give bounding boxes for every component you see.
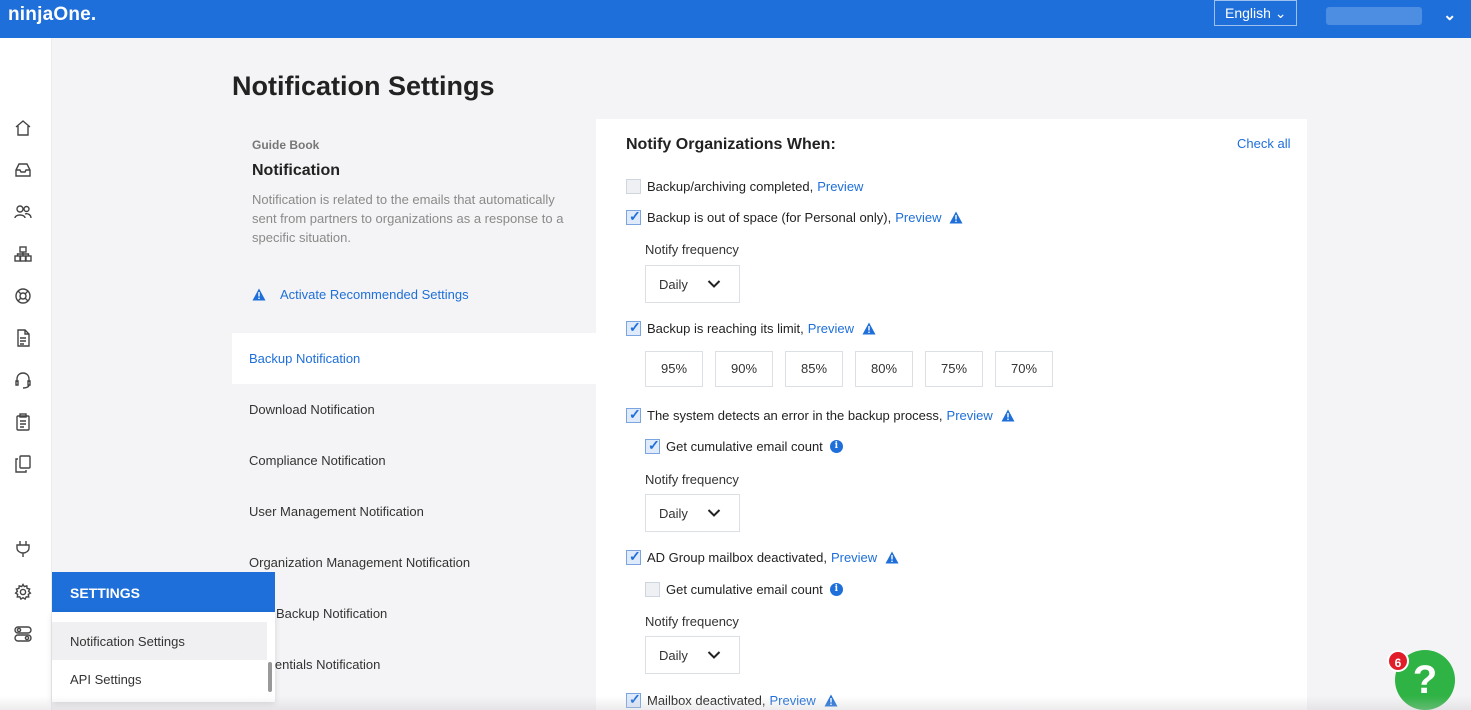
report-document-icon[interactable] [14, 329, 32, 347]
row-cumulative-count-2: Get cumulative email count i [645, 582, 843, 597]
menu-item-notification-settings[interactable]: Notification Settings [52, 622, 267, 660]
notify-frequency-label: Notify frequency [645, 614, 739, 629]
toggle-switches-icon[interactable] [14, 625, 32, 643]
threshold-option[interactable]: 90% [715, 351, 773, 387]
settings-flyout-title: SETTINGS [52, 572, 275, 612]
home-icon[interactable] [14, 119, 32, 137]
label-archiving-completed: Backup/archiving completed, [647, 179, 814, 194]
checkbox-cumulative-count[interactable] [645, 437, 660, 454]
chevron-down-icon [707, 280, 721, 288]
checkbox-ad-group-deactivated[interactable] [626, 548, 641, 565]
inbox-icon[interactable] [14, 161, 32, 179]
panel-title: Notify Organizations When: [626, 136, 836, 153]
frequency-value: Daily [659, 648, 688, 663]
warning-icon [252, 288, 266, 301]
warning-icon [862, 322, 876, 335]
guide-book-label: Guide Book [252, 138, 320, 152]
preview-link[interactable]: Preview [817, 179, 863, 194]
row-reaching-limit: Backup is reaching its limit, Preview [626, 319, 876, 336]
row-mailbox-deactivated: Mailbox deactivated, Preview [626, 691, 838, 708]
notify-frequency-select[interactable]: Daily [645, 265, 740, 303]
label-reaching-limit: Backup is reaching its limit, [647, 321, 804, 336]
chevron-down-icon [707, 509, 721, 517]
label-cumulative-count-2: Get cumulative email count [666, 582, 823, 597]
preview-link[interactable]: Preview [808, 321, 854, 336]
category-backup-notification[interactable]: Backup Notification [232, 333, 596, 384]
notify-frequency-label: Notify frequency [645, 472, 739, 487]
info-icon[interactable]: i [829, 440, 843, 453]
threshold-option[interactable]: 75% [925, 351, 983, 387]
settings-flyout-menu: Notification Settings API Settings [52, 612, 275, 702]
support-lifebuoy-icon[interactable] [14, 287, 32, 305]
label-cumulative-count: Get cumulative email count [666, 439, 823, 454]
checkbox-out-of-space[interactable] [626, 208, 641, 225]
notification-count-badge: 6 [1387, 650, 1409, 672]
guide-heading: Notification [252, 162, 340, 179]
category-organization-management-notification[interactable]: Organization Management Notification [232, 537, 596, 588]
notification-category-nav: Backup Notification Download Notificatio… [232, 333, 596, 710]
chevron-down-icon[interactable]: ⌄ [1443, 5, 1456, 25]
frequency-value: Daily [659, 506, 688, 521]
frequency-value: Daily [659, 277, 688, 292]
activate-recommended-settings-link[interactable]: Activate Recommended Settings [252, 287, 469, 302]
warning-icon [885, 551, 899, 564]
checkbox-cumulative-count-2[interactable] [645, 582, 660, 597]
gear-icon[interactable] [14, 583, 32, 601]
warning-icon [949, 211, 963, 224]
page-title: Notification Settings [232, 71, 495, 101]
preview-link[interactable]: Preview [947, 408, 993, 423]
category-credentials-notification[interactable]: lentials Notification [232, 639, 596, 690]
notify-frequency-label: Notify frequency [645, 242, 739, 257]
checkbox-archiving-completed[interactable] [626, 179, 641, 194]
language-select[interactable]: English ⌄ [1214, 0, 1297, 26]
users-icon[interactable] [14, 203, 32, 221]
check-all-link[interactable]: Check all [1237, 136, 1290, 151]
checkbox-error-detected[interactable] [626, 406, 641, 423]
warning-icon [824, 694, 838, 707]
menu-item-api-settings[interactable]: API Settings [52, 660, 267, 698]
threshold-option[interactable]: 70% [995, 351, 1053, 387]
headset-icon[interactable] [14, 371, 32, 389]
left-sidebar [0, 38, 52, 710]
row-archiving-completed: Backup/archiving completed, Preview [626, 179, 863, 194]
guide-book-panel: Guide Book Notification Notification is … [232, 119, 596, 333]
clipboard-icon[interactable] [14, 413, 32, 431]
category-download-notification[interactable]: Download Notification [232, 384, 596, 435]
info-icon[interactable]: i [829, 583, 843, 596]
category-compliance-notification[interactable]: Compliance Notification [232, 435, 596, 486]
user-account-name[interactable] [1326, 7, 1422, 25]
preview-link[interactable]: Preview [770, 693, 816, 708]
checkbox-reaching-limit[interactable] [626, 319, 641, 336]
label-ad-group-deactivated: AD Group mailbox deactivated, [647, 550, 827, 565]
chevron-down-icon [707, 651, 721, 659]
category-user-management-notification[interactable]: User Management Notification [232, 486, 596, 537]
row-ad-group-deactivated: AD Group mailbox deactivated, Preview [626, 548, 899, 565]
checkbox-mailbox-deactivated[interactable] [626, 691, 641, 708]
notify-settings-panel: Notify Organizations When: Check all Bac… [596, 119, 1307, 710]
top-bar: ninjaOne. English ⌄ ⌄ [0, 0, 1471, 38]
warning-icon [1001, 409, 1015, 422]
app-logo[interactable]: ninjaOne. [8, 4, 96, 26]
activate-link-label: Activate Recommended Settings [280, 287, 469, 302]
flyout-scrollbar[interactable] [268, 662, 272, 692]
row-error-detected: The system detects an error in the backu… [626, 406, 1015, 423]
notify-frequency-select[interactable]: Daily [645, 636, 740, 674]
organization-icon[interactable] [14, 245, 32, 263]
guide-description: Notification is related to the emails th… [252, 192, 564, 245]
row-cumulative-count: Get cumulative email count i [645, 437, 843, 454]
category-backup-notification-2[interactable]: Backup Notification [232, 588, 596, 639]
threshold-option[interactable]: 95% [645, 351, 703, 387]
preview-link[interactable]: Preview [895, 210, 941, 225]
copy-pages-icon[interactable] [14, 455, 32, 473]
preview-link[interactable]: Preview [831, 550, 877, 565]
row-out-of-space: Backup is out of space (for Personal onl… [626, 208, 963, 225]
plug-icon[interactable] [14, 540, 32, 558]
label-error-detected: The system detects an error in the backu… [647, 408, 943, 423]
label-out-of-space: Backup is out of space (for Personal onl… [647, 210, 892, 225]
threshold-option[interactable]: 85% [785, 351, 843, 387]
label-mailbox-deactivated: Mailbox deactivated, [647, 693, 766, 708]
notify-frequency-select[interactable]: Daily [645, 494, 740, 532]
threshold-option[interactable]: 80% [855, 351, 913, 387]
